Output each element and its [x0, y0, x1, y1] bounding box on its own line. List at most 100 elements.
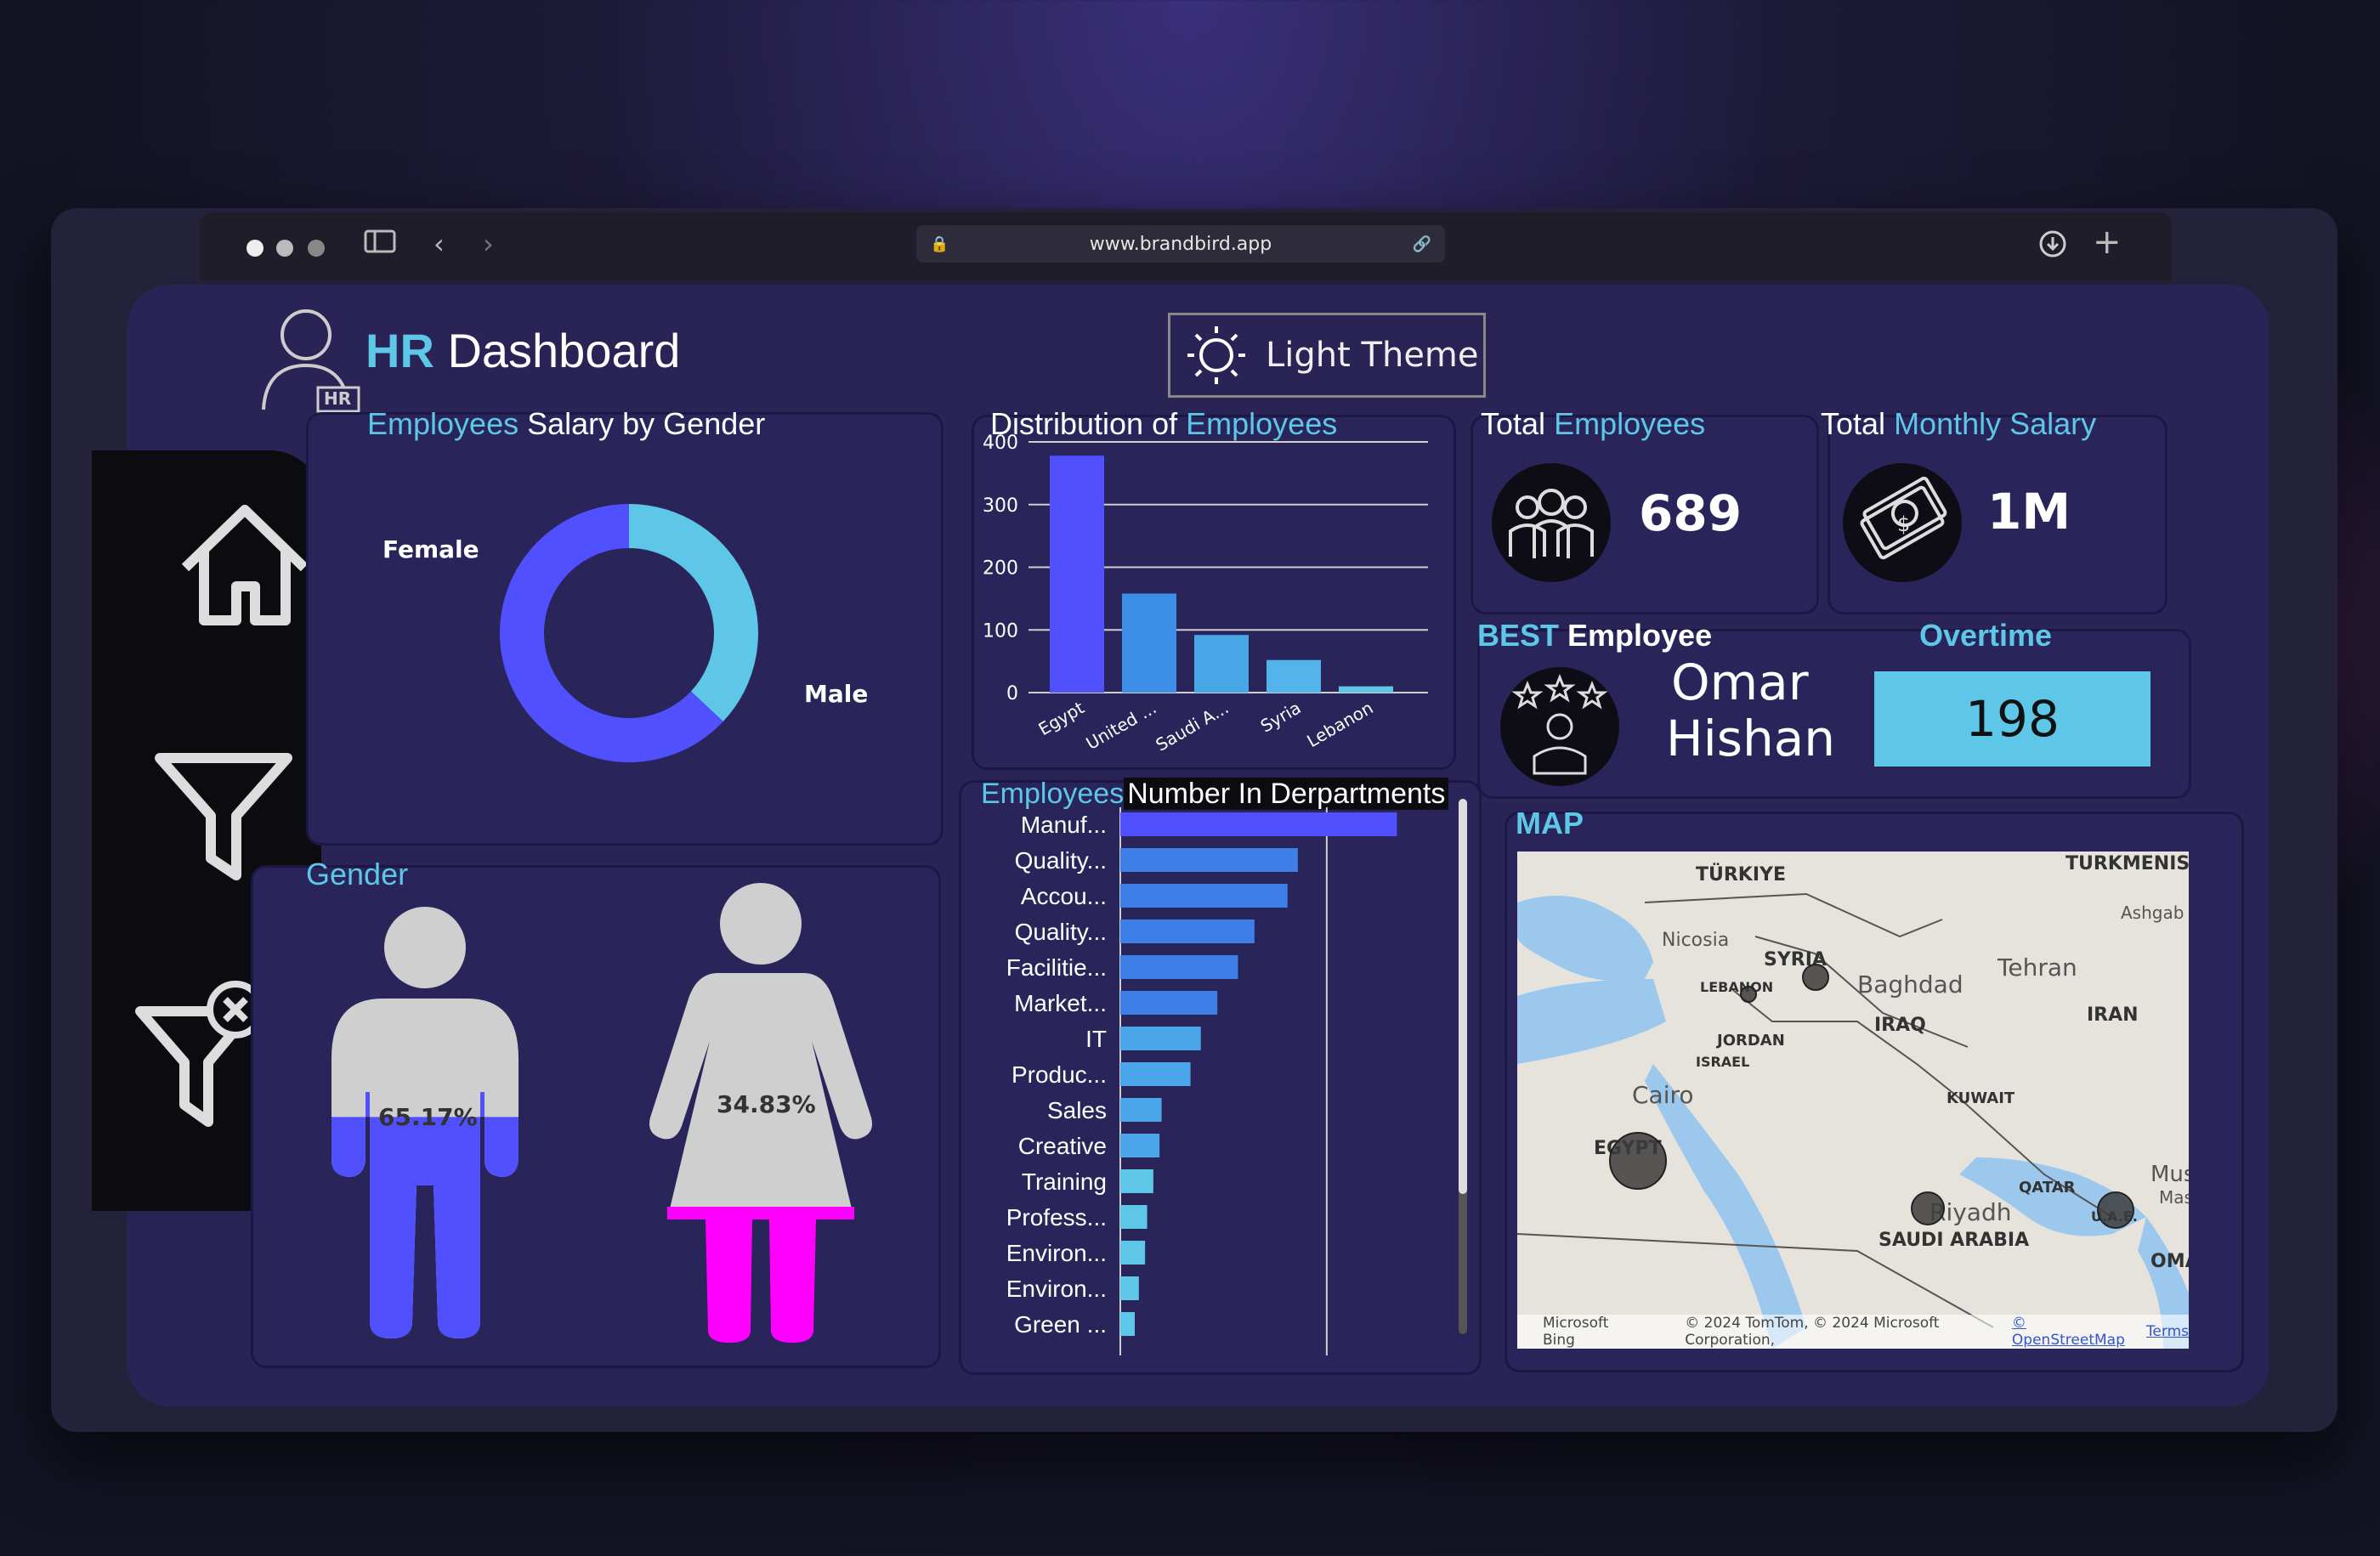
donut-label-male: Male	[804, 680, 869, 708]
map-bubble-egypt[interactable]	[1609, 1132, 1667, 1190]
dept-bar[interactable]	[1120, 1062, 1191, 1086]
map-city-muscat: Musca	[2150, 1162, 2189, 1187]
female-skirt-fill	[667, 1207, 854, 1219]
new-tab-icon[interactable]: +	[2093, 223, 2122, 262]
total-employees-title-accent: Employees	[1554, 406, 1706, 441]
total-salary-title-rest: Total	[1821, 406, 1886, 441]
sidebar-toggle-icon[interactable]	[364, 229, 396, 262]
link-icon[interactable]: 🔗	[1413, 235, 1431, 253]
forward-icon[interactable]: ›	[483, 228, 494, 260]
map-label-israel: ISRAEL	[1696, 1054, 1750, 1070]
dist-ytick: 400	[983, 433, 1018, 454]
hr-avatar-icon: HR	[246, 299, 366, 422]
map-bubble-saudi[interactable]	[1911, 1191, 1945, 1225]
dist-xtick: Egypt	[1035, 697, 1088, 739]
female-percent: 34.83%	[717, 1090, 816, 1118]
dist-xtick: Lebanon	[1303, 698, 1376, 752]
dept-label: Creative	[1018, 1133, 1107, 1159]
dist-bar[interactable]	[1122, 593, 1176, 693]
map-title: MAP	[1516, 806, 1584, 840]
dist-ytick: 300	[983, 495, 1018, 517]
dept-label: Accou...	[1021, 883, 1107, 909]
dept-bar[interactable]	[1120, 1276, 1139, 1300]
total-salary-title: Total Monthly Salary	[1821, 406, 2096, 442]
map-label-iraq: IRAQ	[1874, 1015, 1926, 1036]
map-label-turkmenistan: TURKMENIST	[2066, 853, 2189, 874]
overtime-value: 198	[1874, 671, 2150, 767]
gender-title: Gender	[306, 857, 409, 891]
best-employee-name: Omar Hishan	[1666, 654, 1835, 767]
osm-link[interactable]: © OpenStreetMap	[2012, 1315, 2129, 1349]
window-minimize-dot[interactable]	[276, 240, 293, 257]
total-employees-title-rest: Total	[1481, 406, 1546, 441]
title-accent: HR	[366, 324, 434, 377]
dept-bar[interactable]	[1120, 919, 1255, 943]
download-icon[interactable]	[2038, 229, 2067, 265]
dept-bar[interactable]	[1120, 1098, 1162, 1122]
dist-xtick: United ...	[1083, 698, 1160, 754]
svg-text:$: $	[1897, 512, 1910, 536]
scrollbar-thumb[interactable]	[1459, 799, 1467, 1194]
theme-button-label: Light Theme	[1266, 336, 1479, 375]
dept-bar[interactable]	[1120, 1169, 1153, 1193]
dept-bar[interactable]	[1120, 848, 1298, 872]
dist-ytick: 100	[983, 620, 1018, 642]
map-view[interactable]: TÜRKIYE SYRIA LEBANON JORDAN ISRAEL IRAQ…	[1517, 852, 2189, 1349]
map-bubble-syria[interactable]	[1802, 964, 1829, 991]
dept-label: Environ...	[1006, 1240, 1107, 1266]
dept-bar[interactable]	[1120, 1205, 1148, 1229]
best-title-rest: Employee	[1567, 618, 1713, 653]
home-icon[interactable]	[177, 501, 313, 632]
best-employee-title: BEST Employee	[1477, 618, 1712, 654]
male-percent: 65.17%	[378, 1103, 478, 1131]
female-leg-left	[706, 1219, 752, 1343]
url-bar[interactable]: 🔒 www.brandbird.app 🔗	[916, 225, 1445, 263]
salary-title-rest: Salary by Gender	[527, 406, 766, 441]
dept-bar[interactable]	[1120, 812, 1397, 836]
light-theme-button[interactable]: Light Theme	[1168, 313, 1486, 398]
dist-ytick: 0	[1006, 683, 1018, 704]
lock-icon: 🔒	[930, 235, 949, 253]
departments-scrollbar[interactable]	[1459, 799, 1467, 1334]
best-employee-first-name: Omar	[1671, 654, 1809, 711]
page-title: HR Dashboard	[366, 323, 680, 378]
map-label-saudi-arabia: SAUDI ARABIA	[1878, 1230, 2030, 1251]
dept-bar[interactable]	[1120, 991, 1218, 1015]
dept-bar[interactable]	[1120, 1027, 1201, 1050]
dept-label: Environ...	[1006, 1276, 1107, 1302]
dept-label: Produc...	[1012, 1061, 1107, 1088]
dist-bar[interactable]	[1339, 686, 1393, 693]
window-close-dot[interactable]	[246, 240, 264, 257]
dept-label: IT	[1085, 1026, 1107, 1052]
sun-icon	[1187, 326, 1245, 384]
terms-link[interactable]: Terms	[2146, 1323, 2189, 1340]
dept-bar[interactable]	[1120, 955, 1238, 979]
window-maximize-dot[interactable]	[308, 240, 325, 257]
dist-bar[interactable]	[1194, 635, 1249, 693]
map-bubble-lebanon[interactable]	[1740, 986, 1757, 1003]
map-label-qatar: QATAR	[2019, 1179, 2076, 1197]
map-city-tehran: Tehran	[1998, 953, 2077, 982]
dept-label: Quality...	[1015, 919, 1107, 945]
bing-logo: Microsoft Bing	[1543, 1315, 1609, 1349]
dist-bar[interactable]	[1266, 659, 1321, 693]
dist-bar[interactable]	[1050, 455, 1104, 693]
map-label-lebanon: LEBANON	[1700, 979, 1774, 995]
female-head	[720, 883, 802, 965]
dist-xtick: Saudi A...	[1153, 698, 1232, 755]
dept-bar[interactable]	[1120, 884, 1288, 908]
dept-bar[interactable]	[1120, 1134, 1160, 1157]
map-bubble-uae[interactable]	[2097, 1191, 2134, 1229]
dist-xtick: Syria	[1257, 698, 1305, 737]
donut-label-female: Female	[382, 535, 479, 563]
map-label-jordan: JORDAN	[1717, 1032, 1785, 1050]
dept-bar[interactable]	[1120, 1241, 1146, 1265]
map-water-shapes	[1517, 892, 2189, 1349]
back-icon[interactable]: ‹	[434, 228, 445, 260]
map-city-ashgabat: Ashgab	[2121, 902, 2184, 923]
donut-slice-female[interactable]	[629, 504, 758, 722]
dept-bar[interactable]	[1120, 1312, 1135, 1336]
star-employee-icon	[1500, 667, 1619, 786]
dept-label: Profess...	[1006, 1204, 1107, 1231]
map-city-cairo: Cairo	[1632, 1081, 1694, 1109]
